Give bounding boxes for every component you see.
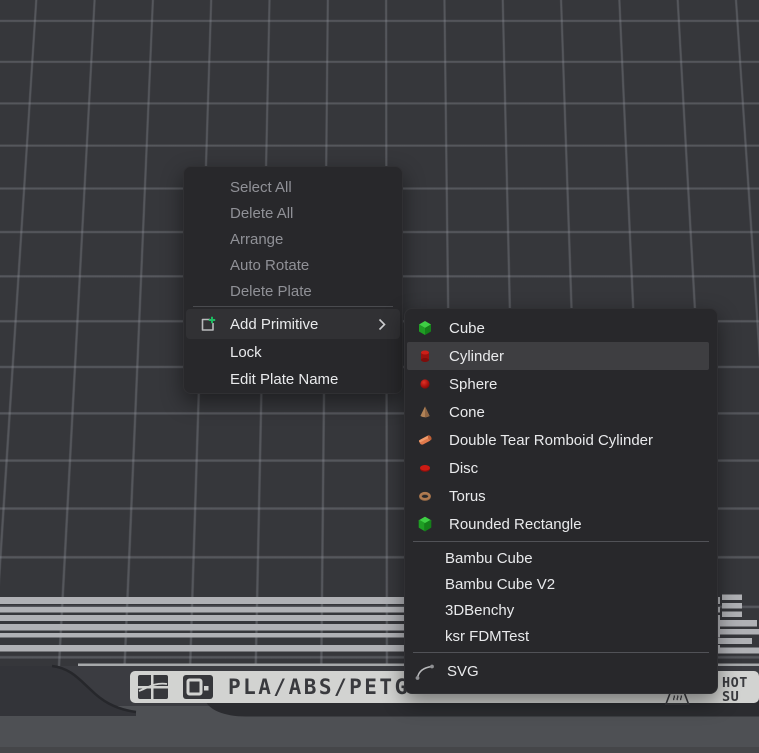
submenu-separator	[413, 541, 709, 542]
chevron-right-icon	[378, 318, 386, 331]
add-primitive-submenu: Cube Cylinder	[404, 308, 718, 694]
bambu-logo-icon	[138, 675, 168, 699]
menu-item-arrange[interactable]: Arrange	[184, 226, 402, 252]
cylinder-icon	[415, 348, 435, 364]
menu-item-label: Add Primitive	[230, 316, 378, 333]
cube-icon	[415, 320, 435, 336]
menu-item-label: Auto Rotate	[230, 257, 309, 274]
submenu-item-label: Bambu Cube	[445, 550, 533, 567]
romboid-cylinder-icon	[415, 432, 435, 448]
add-primitive-icon	[197, 315, 218, 334]
plate-stripes-right	[718, 595, 759, 654]
submenu-item-double-tear-romboid-cylinder[interactable]: Double Tear Romboid Cylinder	[405, 426, 717, 454]
submenu-item-rounded-rectangle[interactable]: Rounded Rectangle	[405, 510, 717, 538]
submenu-item-label: Cylinder	[449, 348, 504, 365]
plate-label: PLA/ABS/PETG	[228, 675, 410, 699]
rounded-rectangle-icon	[415, 516, 435, 532]
plate-type-icon	[183, 675, 213, 699]
menu-item-delete-all[interactable]: Delete All	[184, 200, 402, 226]
menu-item-label: Arrange	[230, 231, 283, 248]
submenu-item-label: Bambu Cube V2	[445, 576, 555, 593]
submenu-item-cylinder[interactable]: Cylinder	[407, 342, 709, 370]
submenu-item-label: Torus	[449, 488, 486, 505]
submenu-item-disc[interactable]: Disc	[405, 454, 717, 482]
submenu-item-bambu-cube[interactable]: Bambu Cube	[405, 545, 717, 571]
submenu-item-label: 3DBenchy	[445, 602, 514, 619]
submenu-item-label: Disc	[449, 460, 478, 477]
submenu-item-cube[interactable]: Cube	[405, 314, 717, 342]
cone-icon	[415, 404, 435, 420]
submenu-item-label: ksr FDMTest	[445, 628, 529, 645]
submenu-item-bambu-cube-v2[interactable]: Bambu Cube V2	[405, 571, 717, 597]
submenu-item-label: Cone	[449, 404, 485, 421]
submenu-item-3dbenchy[interactable]: 3DBenchy	[405, 597, 717, 623]
submenu-item-svg[interactable]: SVG	[405, 656, 717, 686]
submenu-item-label: SVG	[447, 663, 479, 680]
svg-curve-icon	[413, 661, 437, 681]
menu-item-lock[interactable]: Lock	[184, 339, 402, 366]
floor-shadow	[0, 747, 759, 753]
hot-surface-label-line2: SU	[722, 689, 739, 705]
menu-item-label: Edit Plate Name	[230, 371, 338, 388]
menu-item-auto-rotate[interactable]: Auto Rotate	[184, 252, 402, 278]
context-menu: Select All Delete All Arrange Auto Rotat…	[183, 166, 403, 394]
menu-item-edit-plate-name[interactable]: Edit Plate Name	[184, 366, 402, 393]
submenu-item-ksr-fdmtest[interactable]: ksr FDMTest	[405, 623, 717, 649]
menu-separator	[193, 306, 393, 307]
sphere-icon	[415, 376, 435, 392]
submenu-item-label: Sphere	[449, 376, 497, 393]
viewport-3d[interactable]: PLA/ABS/PETG HOT SU Select All Delete Al…	[0, 0, 759, 753]
submenu-item-label: Rounded Rectangle	[449, 516, 582, 533]
submenu-item-torus[interactable]: Torus	[405, 482, 717, 510]
submenu-item-sphere[interactable]: Sphere	[405, 370, 717, 398]
menu-item-add-primitive[interactable]: Add Primitive	[186, 309, 400, 339]
submenu-separator	[413, 652, 709, 653]
menu-item-label: Lock	[230, 344, 262, 361]
menu-item-delete-plate[interactable]: Delete Plate	[184, 278, 402, 304]
submenu-item-cone[interactable]: Cone	[405, 398, 717, 426]
submenu-item-label: Double Tear Romboid Cylinder	[449, 432, 653, 449]
menu-item-label: Delete Plate	[230, 283, 312, 300]
submenu-item-label: Cube	[449, 320, 485, 337]
disc-icon	[415, 460, 435, 476]
torus-icon	[415, 488, 435, 504]
menu-item-label: Delete All	[230, 205, 293, 222]
menu-item-label: Select All	[230, 179, 292, 196]
menu-item-select-all[interactable]: Select All	[184, 174, 402, 200]
